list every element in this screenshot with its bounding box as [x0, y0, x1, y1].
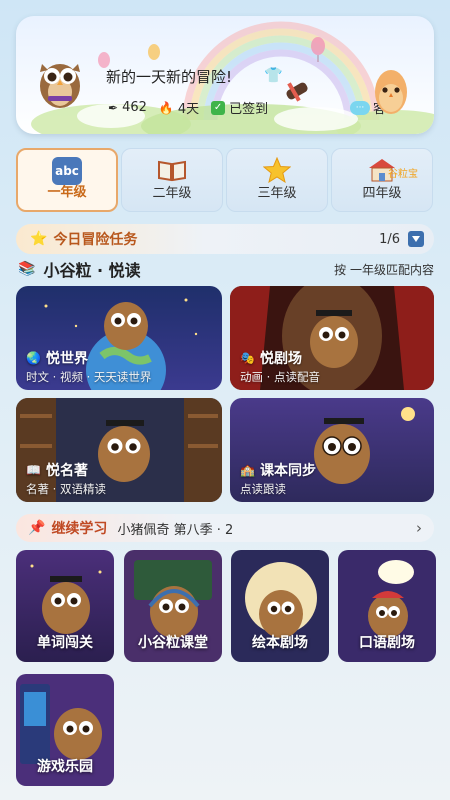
tile-oral-theater[interactable]: 口语剧场: [338, 550, 436, 662]
tile-word-challenge-label: 单词闯关: [37, 635, 93, 651]
card-yue-theater-subtitle: 动画 · 点读配音: [240, 370, 320, 384]
card-yue-classics-title-text: 悦名著: [45, 463, 88, 479]
pin-icon: 📌: [28, 520, 46, 536]
globe-icon: 🌏: [26, 351, 41, 365]
dropdown-chevron-icon[interactable]: [408, 231, 424, 247]
open-book-icon: [157, 157, 187, 183]
card-yue-world-title: 🌏 悦世界: [26, 348, 88, 368]
continue-learning-bar[interactable]: 📌 继续学习 小猪佩奇 第八季 · 2 ›: [16, 514, 434, 542]
tile-classroom[interactable]: 小谷粒课堂: [124, 550, 222, 662]
card-yue-theater-title: 🎭 悦剧场: [240, 348, 302, 368]
fire-icon: 🔥: [158, 100, 174, 115]
welcome-banner[interactable]: 新的一天新的冒险! 👕 ✒ 462 🔥 4天 ✓ 已签到 ··· 客: [16, 16, 434, 134]
school-icon: 🏫: [240, 463, 255, 477]
book-icon: 📖: [26, 463, 41, 477]
signin-value: 已签到: [229, 102, 269, 117]
grade-tabs: abc 一年级 二年级 三年级 四年级: [16, 148, 450, 212]
section-title: 小谷粒 · 悦读: [43, 261, 141, 280]
abc-block-icon: abc: [52, 157, 82, 185]
tile-picture-book-label: 绘本剧场: [252, 635, 308, 651]
streak-value: 4天: [177, 102, 200, 117]
card-yue-world[interactable]: 🌏 悦世界 时文 · 视频 · 天天读世界: [16, 286, 222, 390]
tab-grade-4-label: 四年级: [362, 186, 402, 201]
daily-task-bar[interactable]: ⭐ 今日冒险任务 1/6: [16, 224, 434, 254]
card-textbook-sync-title-text: 课本同步: [259, 463, 316, 479]
card-textbook-sync-subtitle: 点读跟读: [240, 482, 286, 496]
books-icon: 📚: [18, 261, 36, 277]
card-textbook-sync-title: 🏫 课本同步: [240, 460, 316, 480]
tab-grade-2[interactable]: 二年级: [121, 148, 223, 212]
feather-icon: ✒: [108, 100, 119, 115]
streak-stat: 🔥 4天: [158, 98, 200, 118]
banner-title: 新的一天新的冒险!: [106, 68, 233, 86]
card-yue-classics-subtitle: 名著 · 双语精读: [26, 482, 106, 496]
checkmark-icon: ✓: [211, 100, 226, 115]
card-yue-classics-title: 📖 悦名著: [26, 460, 88, 480]
tile-game-park-label: 游戏乐园: [37, 759, 93, 775]
abc-block-text: abc: [52, 157, 82, 185]
card-yue-classics[interactable]: 📖 悦名著 名著 · 双语精读: [16, 398, 222, 502]
card-yue-world-subtitle: 时文 · 视频 · 天天读世界: [26, 370, 152, 384]
tab-grade-4[interactable]: 四年级: [331, 148, 433, 212]
points-stat: ✒ 462: [108, 100, 147, 115]
chevron-right-icon: ›: [416, 519, 422, 537]
sparkle-star-icon: ⭐: [30, 231, 48, 247]
tile-oral-theater-label: 口语剧场: [359, 635, 415, 651]
tab-grade-3[interactable]: 三年级: [226, 148, 328, 212]
school-badge: 谷粒宝: [388, 169, 418, 180]
tshirt-icon: 👕: [264, 66, 283, 84]
tab-grade-1[interactable]: abc 一年级: [16, 148, 118, 212]
daily-task-title: 今日冒险任务: [53, 232, 138, 248]
tile-classroom-label: 小谷粒课堂: [138, 635, 208, 651]
egg-mascot-icon: [375, 70, 407, 114]
tile-picture-book[interactable]: 绘本剧场: [231, 550, 329, 662]
reading-section-header: 📚 小谷粒 · 悦读 按 一年级匹配内容: [18, 258, 434, 280]
continue-episode: 小猪佩奇 第八季 · 2: [117, 522, 234, 538]
continue-title: 继续学习: [51, 521, 108, 537]
card-yue-world-title-text: 悦世界: [45, 351, 88, 367]
card-yue-theater[interactable]: 🎭 悦剧场 动画 · 点读配音: [230, 286, 434, 390]
card-textbook-sync[interactable]: 🏫 课本同步 点读跟读: [230, 398, 434, 502]
grade-match-text: 按 一年级匹配内容: [334, 262, 434, 277]
tile-game-park[interactable]: 游戏乐园: [16, 674, 114, 786]
stats-row: ✒ 462 🔥 4天 ✓ 已签到: [108, 98, 280, 117]
signin-stat[interactable]: ✓ 已签到: [211, 98, 268, 117]
chat-bubble-icon: ···: [350, 100, 370, 115]
owl-mascot-icon: [40, 64, 80, 108]
tab-grade-3-label: 三年级: [257, 186, 297, 201]
tab-grade-2-label: 二年级: [152, 186, 192, 201]
theater-mask-icon: 🎭: [240, 351, 255, 365]
points-value: 462: [122, 100, 147, 115]
star-icon: [262, 157, 292, 183]
card-yue-theater-title-text: 悦剧场: [259, 351, 302, 367]
daily-task-progress: 1/6: [379, 231, 400, 247]
tile-word-challenge[interactable]: 单词闯关: [16, 550, 114, 662]
